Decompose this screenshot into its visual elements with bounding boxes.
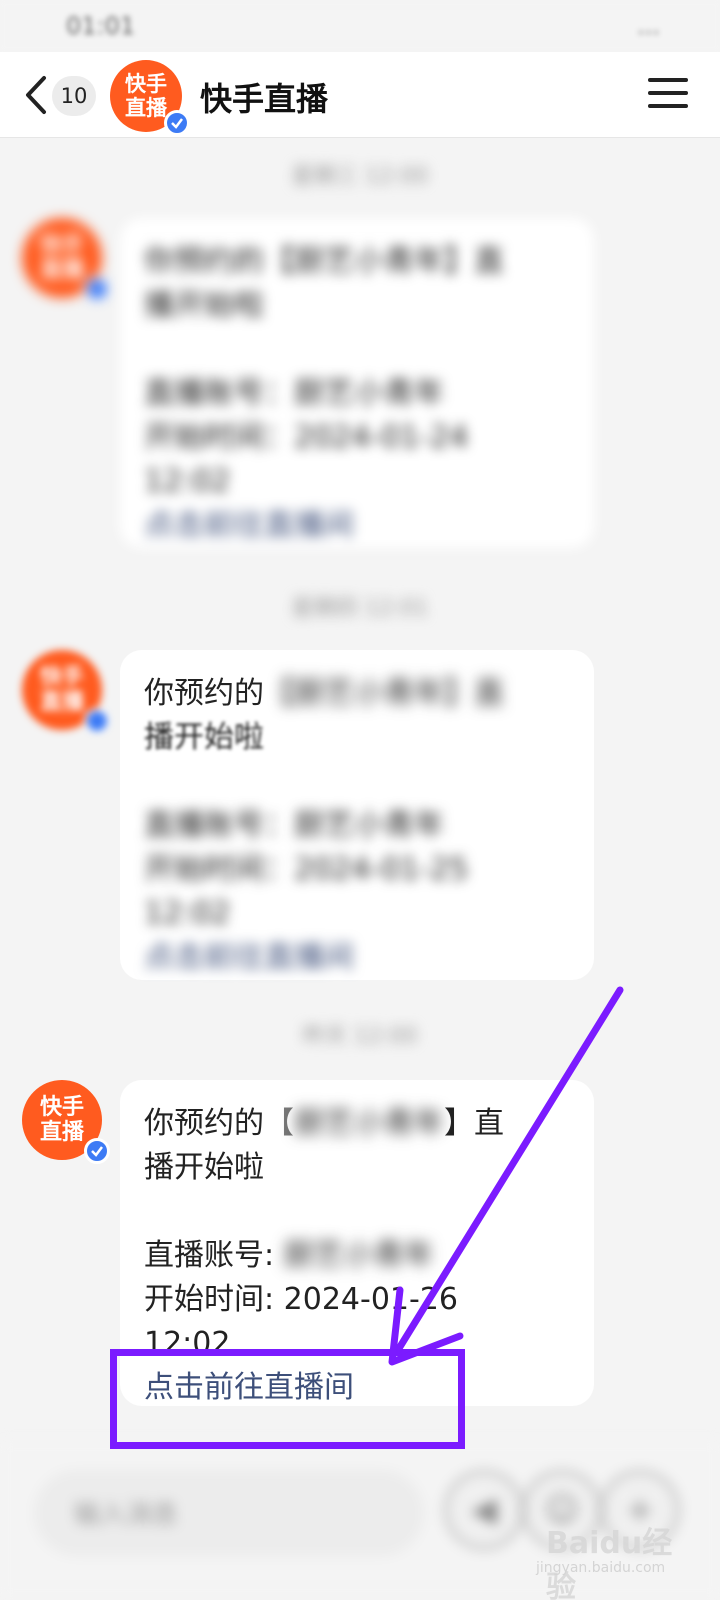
account-line: 直播账号：厨艺小青年 [144,376,444,411]
start-time-clock: 12:02 [144,896,231,931]
menu-button[interactable] [648,78,688,112]
chevron-left-icon [26,76,46,114]
sender-avatar[interactable]: 快手直播 [22,218,110,302]
message-text: 你预约的【厨艺小青年】直 [144,1106,504,1141]
avatar-label: 快手直播 [39,233,84,283]
input-placeholder: 输入消息 [74,1500,179,1530]
verified-icon [84,276,110,302]
message-text: 你预约的【厨艺小青年】直 [144,244,504,279]
watermark-url: jingyan.baidu.com [536,1560,666,1576]
chat-avatar[interactable]: 快手直播 [110,60,190,136]
message-text: 播开始啦 [144,720,264,755]
menu-icon [648,78,688,82]
message-text: 你预约的【厨艺小青年】直 [144,676,504,711]
avatar-label: 快手直播 [39,1095,84,1145]
voice-button[interactable]: ◀ [444,1470,524,1550]
annotation-highlight-box [110,1349,465,1449]
voice-icon: ◀ [470,1490,498,1530]
back-button[interactable] [16,70,56,120]
message-bubble: 你预约的【厨艺小青年】直 播开始啦 直播账号：厨艺小青年 开始时间：2024-0… [120,650,594,980]
status-time: 01:01 [66,12,136,40]
baidu-watermark: Baidu经验 jingyan.baidu.com [530,1518,690,1600]
avatar-label: 快手直播 [125,72,167,120]
sender-avatar[interactable]: 快手直播 [22,650,110,734]
message-bubble: 你预约的【厨艺小青年】直 播开始啦 直播账号：厨艺小青年 开始时间：2024-0… [120,218,594,548]
sender-avatar[interactable]: 快手直播 [22,1080,110,1164]
page-title: 快手直播 [200,80,329,118]
go-to-live-room-link[interactable]: 点击前往直播间 [144,504,570,548]
nav-bar: 10 快手直播 快手直播 [0,52,720,138]
avatar-label: 快手直播 [39,665,84,715]
message-text: 播开始啦 [144,288,264,323]
status-icons: ... [637,12,660,40]
timestamp: 星期四 12:01 [291,596,429,621]
start-time-line: 开始时间：2024-01-25 [144,852,469,887]
timestamp: 昨天 12:00 [302,1024,418,1049]
start-time-clock: 12:02 [144,464,231,499]
watermark-logo: Baidu经验 [546,1526,673,1600]
message-text: 播开始啦 [144,1150,264,1185]
start-time-line: 开始时间: 2024-01-26 [144,1282,459,1317]
go-to-live-room-link[interactable]: 点击前往直播间 [144,936,570,980]
start-time-line: 开始时间：2024-01-24 [144,420,469,455]
verified-icon [164,110,190,136]
account-line: 直播账号：厨艺小青年 [144,808,444,843]
message-input[interactable]: 输入消息 [34,1470,424,1556]
account-line: 直播账号: 厨艺小青年 [144,1238,434,1273]
status-bar: 01:01 ... [0,0,720,52]
timestamp: 星期三 12:00 [291,164,429,189]
unread-count-badge: 10 [52,76,96,116]
verified-icon [84,1138,110,1164]
verified-icon [84,708,110,734]
